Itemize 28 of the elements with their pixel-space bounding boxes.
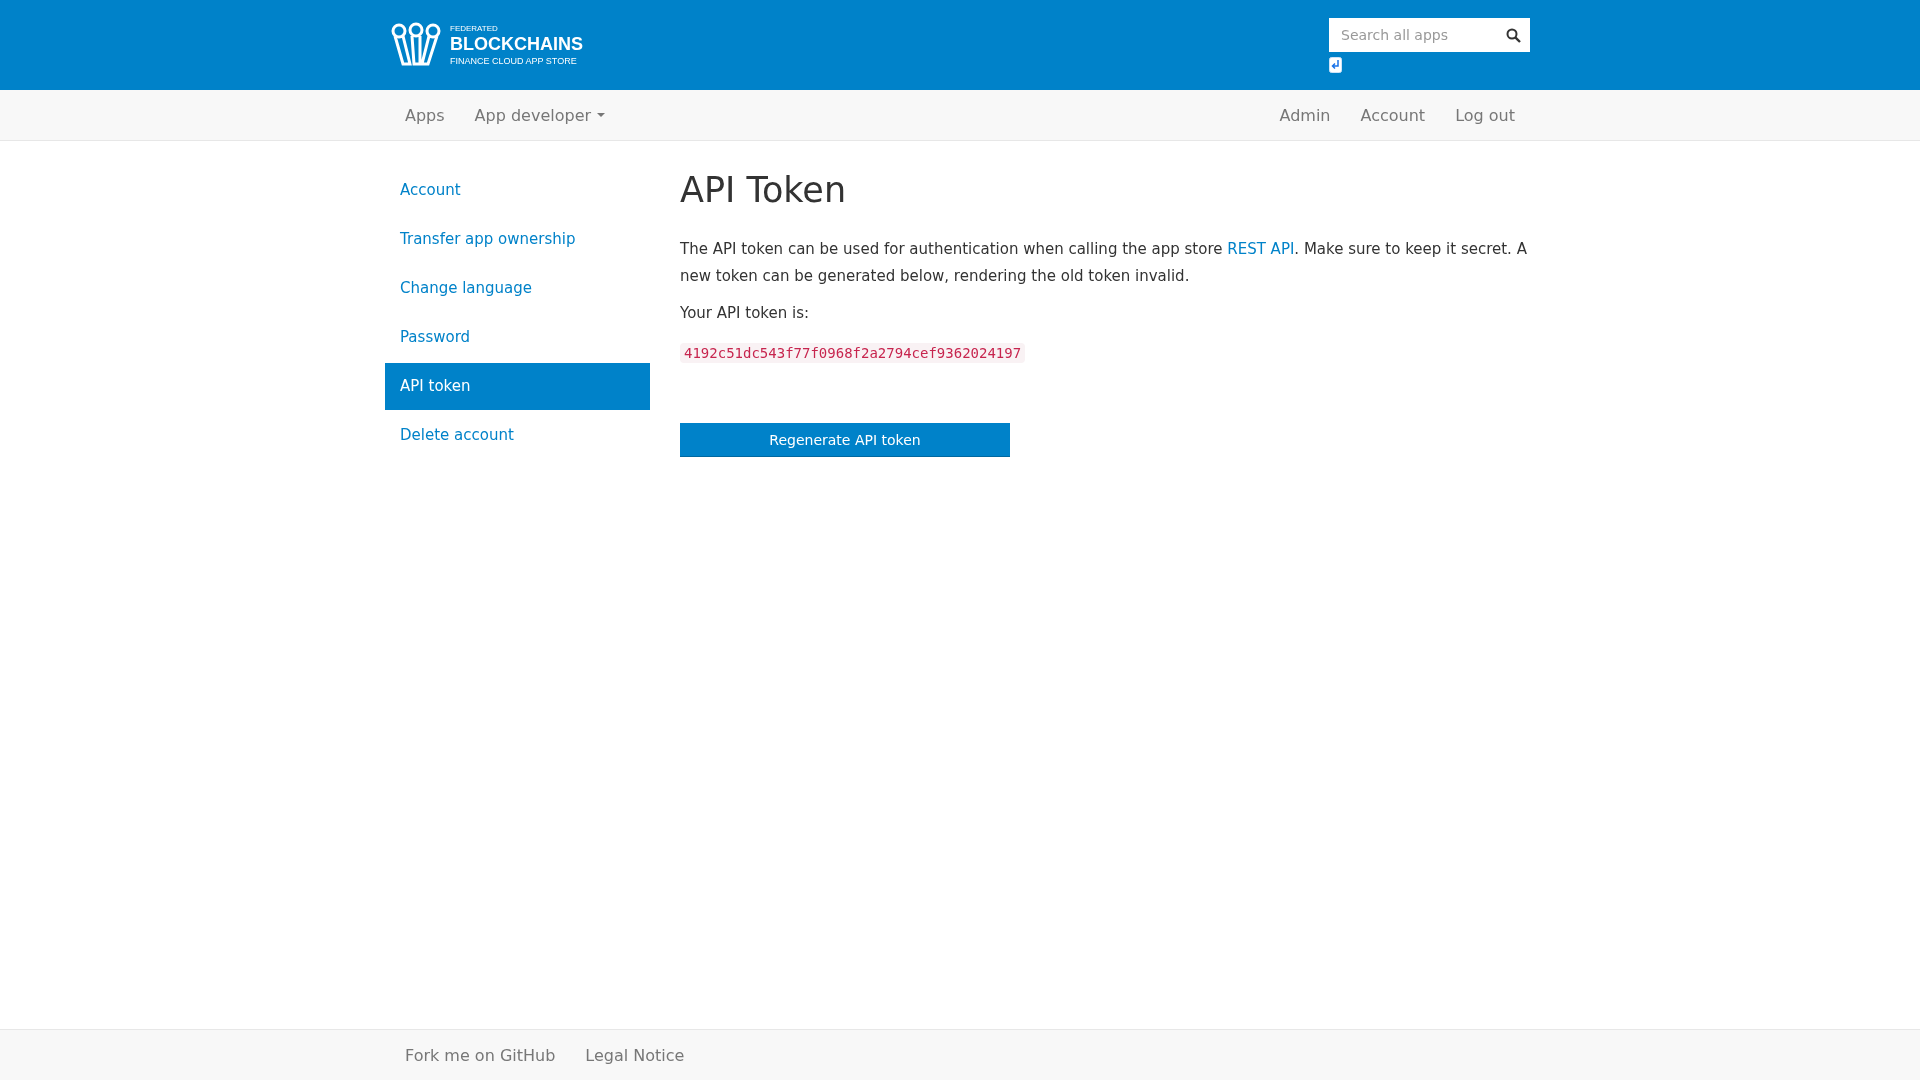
rest-api-link[interactable]: REST API (1227, 240, 1295, 258)
return-arrow-icon (1329, 57, 1342, 73)
search-field[interactable]: Search all apps (1329, 18, 1496, 52)
footer-link[interactable]: Legal Notice (570, 1030, 700, 1080)
sidebar-item[interactable]: Transfer app ownership (385, 215, 650, 264)
nav-dropdown[interactable]: App developer (459, 90, 621, 140)
search-icon (1505, 27, 1521, 43)
search-button[interactable] (1496, 18, 1530, 52)
sidebar-item[interactable]: Delete account (385, 411, 650, 460)
sidebar-item[interactable]: Change language (385, 264, 650, 313)
caret-icon (597, 113, 606, 117)
token-label: Your API token is: (680, 303, 811, 324)
logo-icon (391, 22, 441, 66)
footer-link[interactable]: Fork me on GitHub (390, 1030, 571, 1080)
logo-text: BLOCKCHAINS (450, 34, 583, 54)
page-title: API Token (680, 170, 848, 210)
nav-link[interactable]: Apps (390, 90, 460, 140)
sidebar-item[interactable]: Password (385, 313, 650, 362)
regenerate-button[interactable]: Regenerate API token (680, 423, 1010, 457)
nav-link[interactable]: Account (1345, 90, 1441, 140)
sidebar-item[interactable]: Account (385, 166, 650, 215)
logo-text: FEDERATED (450, 24, 498, 33)
logo-text: FINANCE CLOUD APP STORE (450, 56, 577, 66)
sidebar-item[interactable]: API token (385, 363, 650, 410)
description-text: The API token can be used for authentication when calling the app store REST API. Make sure to keep it secret. A new token can be generated below, rendering the old token invalid. (680, 239, 1528, 287)
nav-link[interactable]: Log out (1440, 90, 1530, 140)
nav-link[interactable]: Admin (1264, 90, 1346, 140)
api-token: 4192c51dc543f77f0968f2a2794cef9362024197 (680, 343, 1026, 363)
